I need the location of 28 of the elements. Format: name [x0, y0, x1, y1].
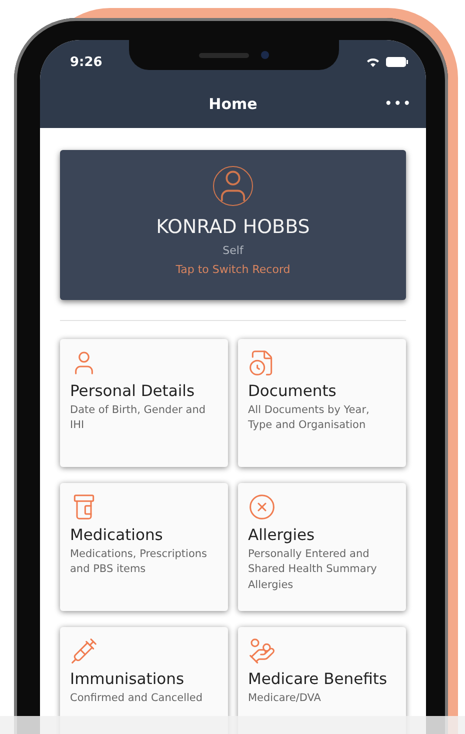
battery-icon — [386, 57, 408, 67]
card-description: Medicare/DVA — [248, 691, 321, 706]
card-description: Medications, Prescriptions and PBS items — [70, 547, 208, 578]
card-title: Medicare Benefits — [248, 669, 388, 690]
screen-title: Home — [208, 95, 258, 113]
status-time: 9:26 — [70, 54, 102, 70]
hand-coins-icon — [248, 637, 276, 665]
card-description: Personally Entered and Shared Health Summary Allergies — [248, 547, 378, 593]
card-title: Personal Details — [70, 381, 195, 402]
wifi-icon — [366, 56, 380, 68]
profile-name: KONRAD HOBBS — [156, 216, 310, 238]
menu-card[interactable]: Allergies Personally Entered and Shared Health Summary Allergies — [238, 483, 406, 611]
card-description: Confirmed and Cancelled — [70, 691, 203, 706]
circle-x-icon — [248, 493, 276, 521]
more-button[interactable]: ••• — [384, 96, 412, 112]
card-description: Date of Birth, Gender and IHI — [70, 403, 207, 434]
menu-card[interactable]: Documents All Documents by Year, Type and Organisation — [238, 339, 406, 467]
syringe-icon — [70, 637, 98, 665]
avatar-icon — [213, 166, 253, 206]
menu-card[interactable]: Personal Details Date of Birth, Gender and IHI — [60, 339, 228, 467]
profile-card[interactable]: KONRAD HOBBS Self Tap to Switch Record — [60, 150, 406, 300]
card-description: All Documents by Year, Type and Organisation — [248, 403, 370, 434]
profile-relation: Self — [222, 244, 244, 257]
card-title: Allergies — [248, 525, 315, 546]
menu-card[interactable]: Medications Medications, Prescriptions and PBS items — [60, 483, 228, 611]
card-title: Immunisations — [70, 669, 184, 690]
card-title: Medications — [70, 525, 163, 546]
card-title: Documents — [248, 381, 336, 402]
